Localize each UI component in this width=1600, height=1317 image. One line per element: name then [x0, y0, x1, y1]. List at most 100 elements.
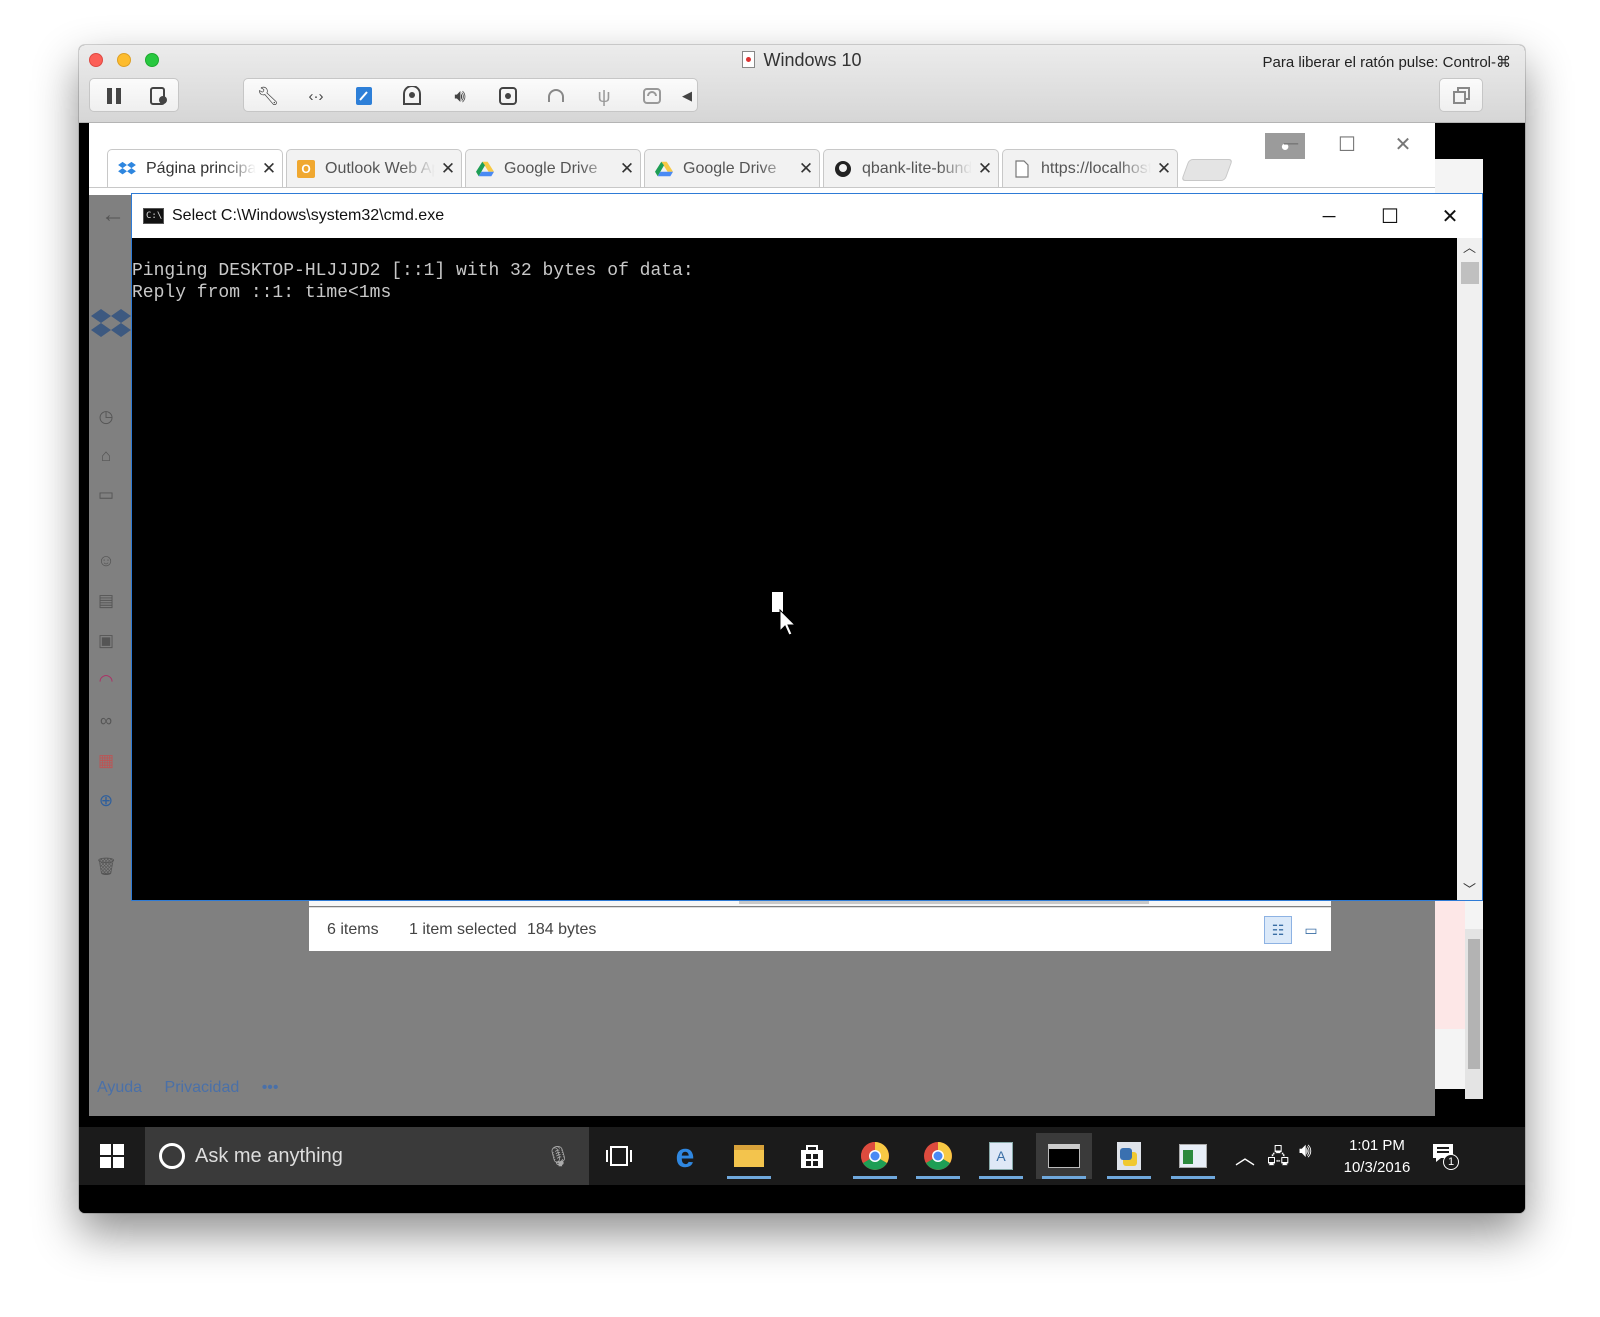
- python-taskbar-button[interactable]: [1101, 1133, 1157, 1179]
- scroll-down-arrow-icon[interactable]: ﹀: [1457, 880, 1482, 900]
- browser-tab[interactable]: Google Drive ✕: [644, 149, 820, 187]
- large-icons-button[interactable]: ▭: [1297, 916, 1325, 944]
- browser-tab[interactable]: qbank-lite-bundle✕: [823, 149, 999, 187]
- minimize-icon: ─: [1322, 205, 1336, 226]
- briefcase-icon[interactable]: ▭: [95, 485, 117, 507]
- trash-icon[interactable]: 🗑︎: [95, 857, 117, 879]
- headphones-button[interactable]: [532, 79, 580, 113]
- cmd-taskbar-button[interactable]: [1036, 1133, 1092, 1179]
- action-center-button[interactable]: 1: [1431, 1141, 1459, 1170]
- browser-tab[interactable]: Google Drive ✕: [465, 149, 641, 187]
- task-view-icon: [606, 1146, 632, 1166]
- cmd-minimize-button[interactable]: ─: [1301, 194, 1357, 238]
- disc-button[interactable]: [484, 79, 532, 113]
- store-taskbar-button[interactable]: [784, 1133, 840, 1179]
- scroll-up-arrow-icon[interactable]: ︿: [1457, 238, 1482, 258]
- more-link[interactable]: •••: [262, 1079, 279, 1096]
- reader-app-icon: A: [989, 1142, 1013, 1170]
- show-hidden-icons-button[interactable]: ︿: [1235, 1141, 1255, 1170]
- start-button[interactable]: [79, 1127, 145, 1185]
- recent-icon[interactable]: ◷: [95, 407, 117, 429]
- document-list-icon[interactable]: ▤: [95, 591, 117, 613]
- close-icon: ✕: [1441, 205, 1459, 228]
- vm-host-window: Windows 10 Para liberar el ratón pulse: …: [79, 45, 1525, 1213]
- help-link[interactable]: Ayuda: [97, 1079, 142, 1096]
- tab-close-icon[interactable]: ✕: [256, 159, 282, 179]
- add-icon[interactable]: ⊕: [95, 791, 117, 813]
- headphones-icon: [548, 89, 564, 102]
- pause-button[interactable]: [90, 79, 138, 113]
- collapse-toolbar-button[interactable]: ◀: [676, 79, 698, 113]
- tab-title: Google Drive: [504, 159, 598, 177]
- people-icon[interactable]: ☺: [95, 551, 117, 573]
- pause-icon: [107, 88, 121, 104]
- sync-button[interactable]: [628, 79, 676, 113]
- cmd-maximize-button[interactable]: ☐: [1362, 194, 1418, 238]
- file-explorer-taskbar-button[interactable]: [721, 1133, 777, 1179]
- home-icon[interactable]: ⌂: [95, 446, 117, 468]
- details-view-button[interactable]: ☷: [1264, 916, 1292, 944]
- drive-icon: [356, 87, 372, 105]
- tab-close-icon[interactable]: ✕: [972, 159, 998, 179]
- vm-control-group: [89, 78, 179, 112]
- chrome-icon: [924, 1142, 952, 1170]
- rainbow-icon[interactable]: ◠: [95, 671, 117, 693]
- chrome-taskbar-button-2[interactable]: [910, 1133, 966, 1179]
- browser-tab[interactable]: O Outlook Web App✕: [286, 149, 462, 187]
- background-scrollbar[interactable]: [1465, 929, 1483, 1099]
- cmd-window: C:\ Select C:\Windows\system32\cmd.exe ─…: [131, 193, 1483, 901]
- edge-taskbar-button[interactable]: e: [657, 1133, 713, 1179]
- photos-icon[interactable]: ▣: [95, 631, 117, 653]
- explorer-status-bar: 6 items 1 item selected 184 bytes ☷ ▭: [309, 896, 1331, 951]
- chrome-taskbar-button-1[interactable]: [847, 1133, 903, 1179]
- camera-button[interactable]: [388, 79, 436, 113]
- notification-badge: 1: [1443, 1154, 1459, 1170]
- host-titlebar: Windows 10 Para liberar el ratón pulse: …: [79, 45, 1525, 123]
- cmd-console[interactable]: Pinging DESKTOP-HLJJJD2 [::1] with 32 by…: [132, 238, 1457, 900]
- tab-title: https://localhost: [1041, 159, 1151, 177]
- window-mode-button[interactable]: [1439, 78, 1483, 112]
- network-icon: ‹·›: [308, 87, 324, 105]
- settings-button[interactable]: 🔧︎: [244, 79, 292, 113]
- cmd-close-button[interactable]: ✕: [1422, 194, 1478, 238]
- clock-time: 1:01 PM: [1349, 1137, 1405, 1154]
- task-view-button[interactable]: [591, 1133, 647, 1179]
- cortana-search-box[interactable]: Ask me anything 🎙︎: [145, 1127, 589, 1185]
- window-app-taskbar-button[interactable]: [1165, 1133, 1221, 1179]
- new-tab-button[interactable]: [1180, 159, 1234, 181]
- tab-close-icon[interactable]: ✕: [435, 159, 461, 179]
- microphone-icon[interactable]: 🎙︎: [546, 1144, 571, 1169]
- windows-logo-icon: [100, 1144, 124, 1168]
- selection-info: 1 item selected: [409, 921, 517, 938]
- volume-tray-icon[interactable]: 🔊︎: [1299, 1140, 1312, 1163]
- tab-close-icon[interactable]: ✕: [614, 159, 640, 179]
- drive-button[interactable]: [340, 79, 388, 113]
- cmd-scrollbar[interactable]: ︿ ﹀: [1457, 238, 1482, 900]
- window-app-icon: [1179, 1144, 1207, 1168]
- maximize-icon: ☐: [1381, 205, 1399, 228]
- sound-button[interactable]: 🔊︎: [436, 79, 484, 113]
- tab-close-icon[interactable]: ✕: [1151, 159, 1177, 179]
- selection-size: 184 bytes: [527, 921, 597, 938]
- python-icon: [1117, 1142, 1141, 1170]
- browser-tab[interactable]: Página principal - Dropbox✕: [107, 149, 283, 187]
- tab-title: qbank-lite-bundle: [862, 159, 972, 177]
- usb-button[interactable]: ψ: [580, 79, 628, 113]
- reader-taskbar-button[interactable]: A: [973, 1133, 1029, 1179]
- camera-icon: [403, 86, 421, 105]
- clock-date: 10/3/2016: [1343, 1159, 1411, 1176]
- page-icon: [1013, 159, 1031, 178]
- calendar-icon[interactable]: ▦: [95, 751, 117, 773]
- snapshot-button[interactable]: [135, 79, 183, 113]
- network-tray-icon[interactable]: 🖧︎: [1267, 1142, 1289, 1176]
- cmd-titlebar: C:\ Select C:\Windows\system32\cmd.exe ─…: [132, 194, 1482, 238]
- tab-close-icon[interactable]: ✕: [793, 159, 819, 179]
- link-icon[interactable]: ∞: [95, 711, 117, 733]
- taskbar-clock[interactable]: 1:01 PM 10/3/2016: [1337, 1135, 1417, 1179]
- privacy-link[interactable]: Privacidad: [165, 1079, 240, 1096]
- scrollbar-thumb[interactable]: [1460, 262, 1479, 284]
- network-button[interactable]: ‹·›: [292, 79, 340, 113]
- tab-title: Outlook Web App: [325, 159, 435, 177]
- browser-tab[interactable]: https://localhost ✕: [1002, 149, 1178, 187]
- mouse-pointer-icon: [779, 609, 797, 636]
